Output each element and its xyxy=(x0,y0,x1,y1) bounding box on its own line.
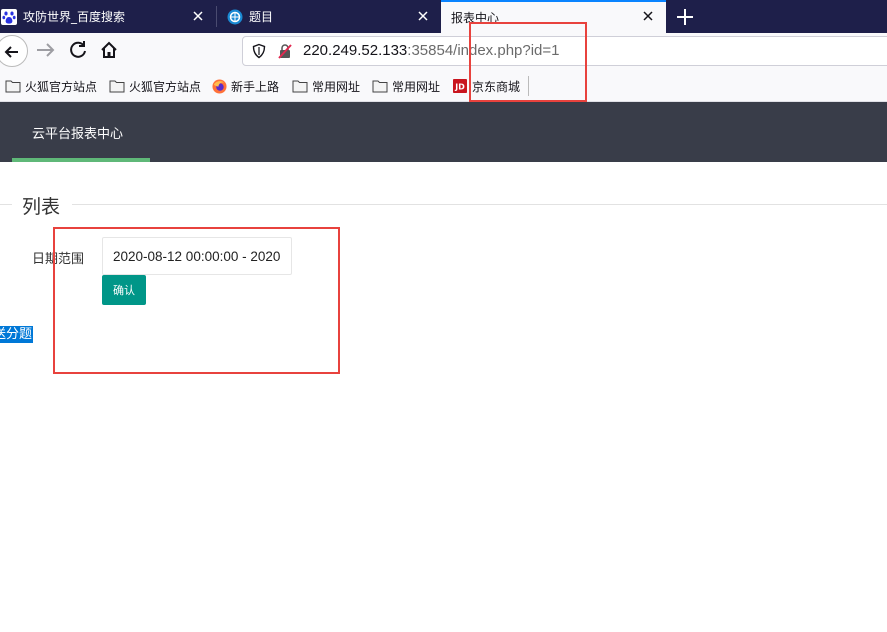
active-nav-underline xyxy=(12,158,150,162)
close-icon[interactable] xyxy=(190,8,206,24)
tab-baidu-search[interactable]: 攻防世界_百度搜索 xyxy=(0,0,216,33)
xctf-icon xyxy=(227,9,243,24)
firefox-icon xyxy=(212,78,227,94)
folder-icon xyxy=(372,80,388,93)
shield-icon[interactable] xyxy=(251,43,267,59)
navigation-toolbar: 220.249.52.133:35854/index.php?id=1 xyxy=(0,33,887,68)
annotation-highlight-box xyxy=(53,227,340,374)
annotation-highlight-box xyxy=(469,22,587,102)
section-divider xyxy=(72,204,887,205)
bookmark-item[interactable]: 常用网址 xyxy=(292,77,360,95)
home-icon[interactable] xyxy=(95,36,123,64)
selected-hidden-text[interactable]: 送分题 xyxy=(0,326,34,343)
reload-icon[interactable] xyxy=(64,36,92,64)
insecure-lock-icon[interactable] xyxy=(277,43,293,59)
folder-icon xyxy=(5,80,21,93)
bookmark-label: 火狐官方站点 xyxy=(25,79,98,94)
bookmark-item[interactable]: 火狐官方站点 xyxy=(109,77,201,95)
forward-arrow-icon[interactable] xyxy=(32,36,60,64)
tab-title: 题目 xyxy=(249,10,274,24)
selected-text-content: 送分题 xyxy=(0,327,33,342)
jd-icon: JD xyxy=(453,79,467,93)
section-divider xyxy=(0,204,12,205)
svg-text:JD: JD xyxy=(454,83,465,92)
url-host: 220.249.52.133 xyxy=(303,42,408,59)
baidu-paw-icon xyxy=(1,8,17,25)
bookmark-label: 常用网址 xyxy=(392,79,441,94)
tab-timu[interactable]: 题目 xyxy=(217,0,440,33)
page-header: 云平台报表中心 xyxy=(0,102,887,162)
close-icon[interactable] xyxy=(640,8,656,24)
header-nav-item[interactable]: 云平台报表中心 xyxy=(32,123,123,142)
bookmark-item[interactable]: 火狐官方站点 xyxy=(5,77,97,95)
bookmark-label: 新手上路 xyxy=(231,79,280,94)
back-arrow-icon xyxy=(4,46,18,58)
bookmarks-toolbar: 火狐官方站点 火狐官方站点 新手上路 常用网址 常用网址 JD 京东商城 xyxy=(0,68,887,102)
tab-strip: 攻防世界_百度搜索 题目 报表中心 xyxy=(0,0,887,33)
bookmark-label: 火狐官方站点 xyxy=(129,79,202,94)
new-tab-plus-icon[interactable] xyxy=(674,6,696,28)
section-title: 列表 xyxy=(22,196,61,218)
tab-title: 攻防世界_百度搜索 xyxy=(23,10,126,24)
bookmark-label: 常用网址 xyxy=(312,79,361,94)
close-icon[interactable] xyxy=(415,8,431,24)
bookmark-item[interactable]: 常用网址 xyxy=(372,77,440,95)
folder-icon xyxy=(292,80,308,93)
back-button[interactable] xyxy=(0,35,28,67)
folder-icon xyxy=(109,80,125,93)
bookmark-item[interactable]: 新手上路 xyxy=(212,77,279,95)
